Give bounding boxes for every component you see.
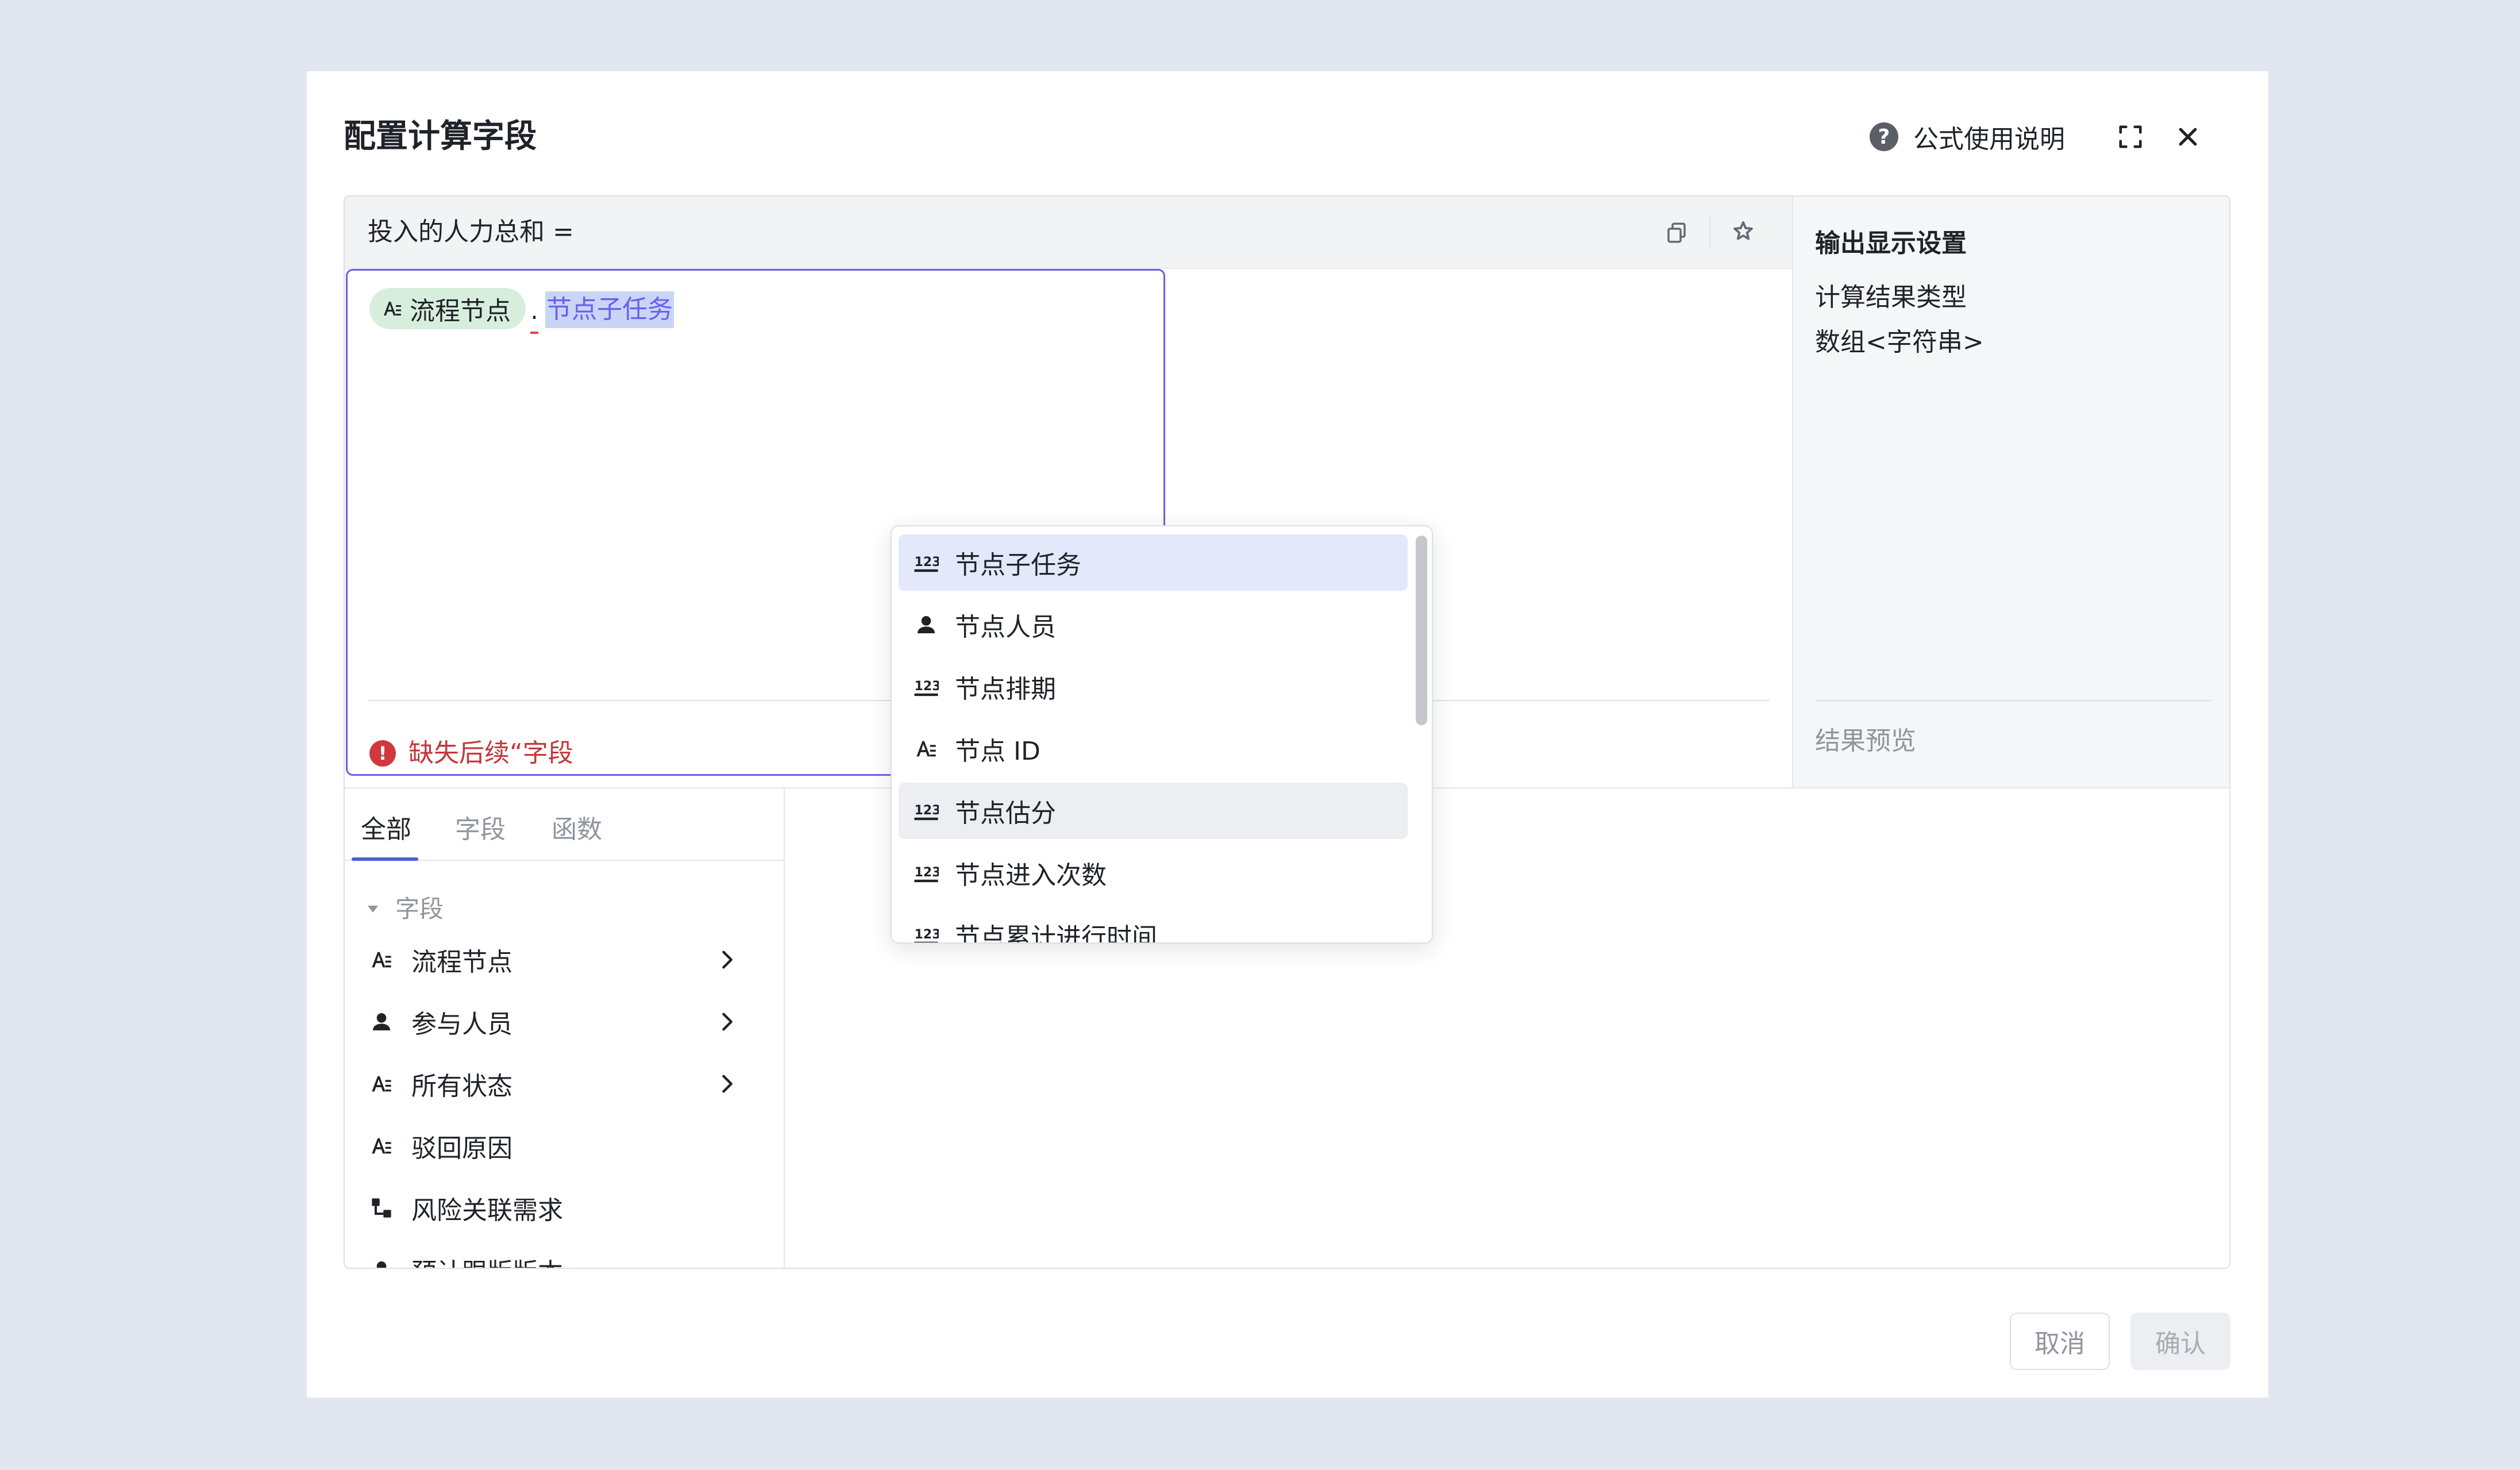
number-icon: 123 (914, 923, 939, 942)
person-icon (914, 613, 939, 636)
svg-text:123: 123 (914, 803, 939, 818)
dropdown-item[interactable]: 节点人员 (899, 597, 1408, 653)
field-chip-label: 流程节点 (410, 297, 511, 326)
person-icon (369, 1010, 394, 1033)
sparkle-icon (1733, 221, 1753, 240)
field-list-item[interactable]: 流程节点 (345, 929, 784, 991)
dropdown-item-label: 节点 ID (955, 737, 1041, 766)
close-icon (2179, 128, 2197, 146)
error-message: 缺失后续“字段 (409, 738, 573, 768)
field-list-item-label: 参与人员 (411, 1010, 513, 1039)
text-icon (914, 737, 939, 760)
svg-text:123: 123 (914, 679, 939, 694)
ai-assist-button[interactable] (1723, 213, 1763, 253)
field-list-item-label: 流程节点 (411, 948, 513, 977)
relation-icon (369, 1196, 394, 1219)
field-list-item[interactable]: 驳回原因 (345, 1115, 784, 1177)
field-list-item-label: 所有状态 (411, 1072, 513, 1101)
text-icon (369, 948, 394, 971)
dropdown-item-label: 节点累计进行时间 (955, 923, 1157, 944)
copy-icon (1667, 222, 1686, 243)
property-separator: . (530, 290, 538, 334)
tab-all[interactable]: 全部 (361, 811, 411, 848)
dropdown-scrollbar[interactable] (1416, 536, 1427, 725)
person-icon (369, 1259, 394, 1268)
tool-separator (1709, 217, 1710, 249)
formula-error: ! 缺失后续“字段 (369, 730, 573, 776)
field-list-item[interactable]: 预计跟版版本 (345, 1239, 784, 1268)
formula-field-name: 投入的人力总和 = (368, 217, 574, 247)
field-list-item[interactable]: 参与人员 (345, 991, 784, 1053)
formula-area: 投入的人力总和 = 流程节点 . 节点子任务 ! 缺失后续“字段 123 节点子… (345, 197, 1792, 944)
dropdown-item[interactable]: 123 节点子任务 (899, 534, 1408, 591)
field-list-item-label: 驳回原因 (411, 1134, 513, 1163)
dropdown-item-label: 节点子任务 (955, 551, 1081, 580)
dropdown-item[interactable]: 123 节点排期 (899, 659, 1408, 715)
formula-config-modal: 配置计算字段 ? 公式使用说明 投入的人力总和 = 流程节点 . 节点子任务 !… (307, 71, 2268, 1398)
active-tab-indicator (352, 857, 418, 861)
collapse-triangle-icon (368, 906, 378, 913)
output-settings-title: 输出显示设置 (1815, 229, 1967, 258)
formula-help-label: 公式使用说明 (1913, 125, 2065, 154)
dropdown-item[interactable]: 节点 ID (899, 721, 1408, 777)
dropdown-item[interactable]: 123 节点进入次数 (899, 845, 1408, 901)
svg-text:123: 123 (914, 865, 939, 880)
field-chip[interactable]: 流程节点 (369, 288, 526, 329)
result-preview-label: 结果预览 (1815, 726, 1916, 756)
formula-help-link[interactable]: ? 公式使用说明 (1870, 118, 2065, 155)
field-list-item-label: 风险关联需求 (411, 1196, 563, 1225)
chevron-right-icon[interactable] (716, 1071, 739, 1103)
cancel-button[interactable]: 取消 (2010, 1313, 2110, 1370)
field-list-item[interactable]: 风险关联需求 (345, 1177, 784, 1239)
formula-tools (1656, 213, 1763, 253)
dropdown-item[interactable]: 123 节点累计进行时间 (899, 907, 1408, 944)
number-icon: 123 (914, 551, 939, 574)
field-list-item-label: 预计跟版版本 (411, 1252, 563, 1268)
svg-text:123: 123 (914, 928, 939, 942)
field-group-label: 字段 (395, 895, 444, 923)
number-icon: 123 (914, 799, 939, 822)
modal-title: 配置计算字段 (344, 118, 537, 155)
dropdown-item-label: 节点估分 (955, 799, 1056, 828)
list-tabs: 全部 字段 函数 (345, 788, 784, 861)
dropdown-item-label: 节点进入次数 (955, 861, 1107, 890)
header-actions: ? 公式使用说明 (1870, 108, 2211, 166)
error-icon: ! (369, 740, 396, 767)
text-field-icon (382, 298, 403, 319)
dropdown-item-label: 节点人员 (955, 613, 1056, 642)
formula-editor-panel: 投入的人力总和 = 流程节点 . 节点子任务 ! 缺失后续“字段 123 节点子… (344, 195, 2230, 1269)
field-list-panel: 全部 字段 函数 字段 流程节点参与人员所有状态驳回原因风险关联需求预计跟版版本 (345, 788, 785, 1268)
result-divider (1815, 700, 2211, 701)
result-type-value: 数组<字符串> (1815, 328, 1984, 357)
question-icon: ? (1870, 122, 1898, 151)
text-icon (369, 1072, 394, 1095)
copy-button[interactable] (1656, 213, 1697, 253)
number-icon: 123 (914, 861, 939, 884)
tab-fields[interactable]: 字段 (455, 811, 506, 848)
field-group-header[interactable]: 字段 (368, 891, 444, 928)
text-icon (369, 1134, 394, 1157)
formula-header: 投入的人力总和 = (345, 197, 1792, 269)
confirm-button[interactable]: 确认 (2130, 1313, 2230, 1370)
property-dropdown: 123 节点子任务节点人员 123 节点排期节点 ID 123 节点估分 123 节点进入次数… (891, 525, 1433, 944)
fullscreen-icon (2119, 125, 2142, 148)
field-list-item[interactable]: 所有状态 (345, 1053, 784, 1115)
close-button[interactable] (2165, 114, 2211, 160)
chevron-right-icon[interactable] (716, 947, 739, 979)
output-settings-panel: 输出显示设置 计算结果类型 数组<字符串> 结果预览 (1792, 197, 2229, 787)
svg-text:123: 123 (914, 555, 939, 569)
result-type-label: 计算结果类型 (1815, 283, 1967, 312)
number-icon: 123 (914, 675, 939, 698)
dropdown-item-label: 节点排期 (955, 675, 1056, 704)
tab-functions[interactable]: 函数 (552, 811, 602, 848)
dropdown-item[interactable]: 123 节点估分 (899, 783, 1408, 839)
fullscreen-button[interactable] (2107, 114, 2153, 160)
chevron-right-icon[interactable] (716, 1009, 739, 1041)
typed-property-text: 节点子任务 (545, 291, 674, 328)
